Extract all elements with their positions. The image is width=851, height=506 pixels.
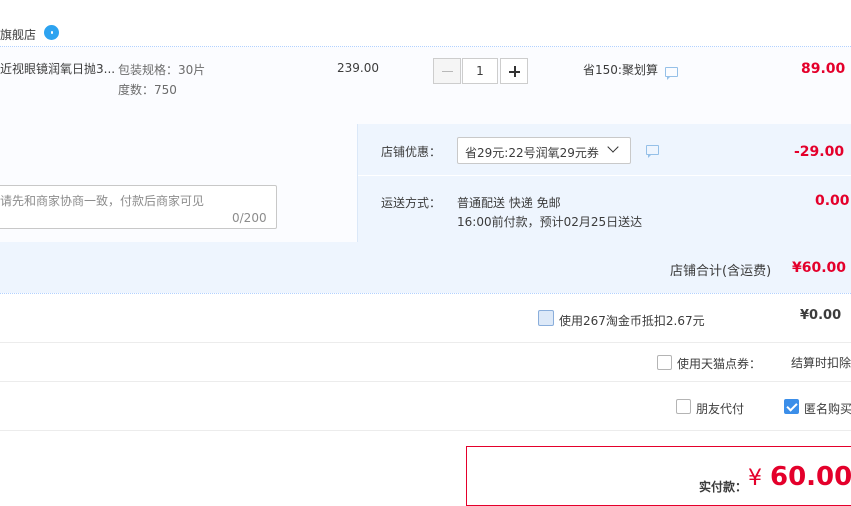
store-name[interactable]: 旗舰店 [0,26,36,43]
payment-currency: ¥ [748,466,762,491]
promo-text: 省150:聚划算 [583,63,658,77]
row-divider [0,342,851,343]
anonymous-purchase-checkbox[interactable] [784,399,799,414]
quantity-increase-button[interactable] [500,58,528,84]
shop-coupon-label: 店铺优惠： [381,145,442,159]
item-spec-degree: 度数：750 [118,83,177,97]
tmall-points-note: 结算时扣除 [791,356,851,370]
promo-info-icon[interactable] [665,67,678,80]
delivery-method: 普通配送 快递 免邮 [457,196,561,210]
taobao-coin-value: ¥0.00 [800,308,842,323]
delivery-fee: 0.00 [815,193,850,209]
message-char-count: 0/200 [232,211,267,225]
message-placeholder: 请先和商家协商一致，付款后商家可见 [0,194,205,208]
payment-label: 实付款： [699,480,748,494]
delivery-label: 运送方式： [381,196,442,210]
friend-pay-label[interactable]: 朋友代付 [696,400,744,417]
row-divider [0,381,851,382]
coupon-info-icon[interactable] [646,145,659,158]
item-title-link[interactable]: 近视眼镜润氧日抛3... [0,60,115,77]
item-total-price: 89.00 [801,61,846,77]
options-divider [358,175,851,176]
panel-divider [357,124,358,242]
payment-amount: 60.00 [770,462,851,492]
shop-total-value: ¥60.00 [792,260,847,276]
taobao-coin-label[interactable]: 使用267淘金币抵扣2.67元 [559,312,705,329]
coupon-select-value[interactable]: 省29元:22号润氧29元券 [465,144,599,161]
shop-total-divider [0,293,851,294]
tmall-points-checkbox[interactable] [657,355,672,370]
coupon-discount-amount: -29.00 [794,144,845,160]
delivery-eta: 16:00前付款，预计02月25日送达 [457,215,643,229]
shop-total-label: 店铺合计(含运费) [670,264,772,279]
row-divider [0,430,851,431]
anonymous-purchase-label[interactable]: 匿名购买 [804,400,851,417]
wangwang-chat-icon[interactable] [44,25,59,40]
friend-pay-checkbox[interactable] [676,399,691,414]
quantity-decrease-button[interactable] [433,58,461,84]
unit-price: 239.00 [337,61,379,75]
item-spec-package: 包装规格：30片 [118,63,206,77]
taobao-coin-checkbox[interactable] [538,310,554,326]
quantity-input[interactable] [462,58,498,84]
tmall-points-label[interactable]: 使用天猫点券： [677,355,761,372]
